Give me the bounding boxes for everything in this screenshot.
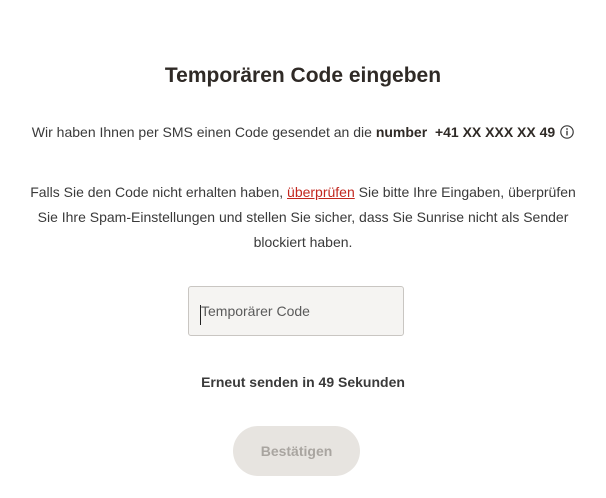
sms-sent-message: Wir haben Ihnen per SMS einen Code gesen… bbox=[20, 120, 586, 145]
help-text-start: Falls Sie den Code nicht erhalten haben, bbox=[30, 184, 288, 200]
phone-number: +41 XX XXX XX 49 bbox=[434, 124, 556, 140]
resend-countdown: Erneut senden in 49 Sekunden bbox=[201, 374, 405, 390]
confirm-button[interactable]: Bestätigen bbox=[233, 426, 360, 476]
page-title: Temporären Code eingeben bbox=[164, 64, 442, 87]
phone-number-label: number bbox=[375, 124, 428, 140]
verification-page: Temporären Code eingeben Wir haben Ihnen… bbox=[0, 0, 606, 498]
temporary-code-input[interactable] bbox=[188, 286, 404, 336]
sms-message-prefix: Wir haben Ihnen per SMS einen Code gesen… bbox=[31, 124, 376, 140]
help-message: Falls Sie den Code nicht erhalten haben,… bbox=[20, 180, 586, 255]
check-link[interactable]: überprüfen bbox=[287, 184, 355, 200]
info-circle-icon[interactable] bbox=[560, 122, 574, 139]
text-cursor bbox=[200, 305, 201, 325]
